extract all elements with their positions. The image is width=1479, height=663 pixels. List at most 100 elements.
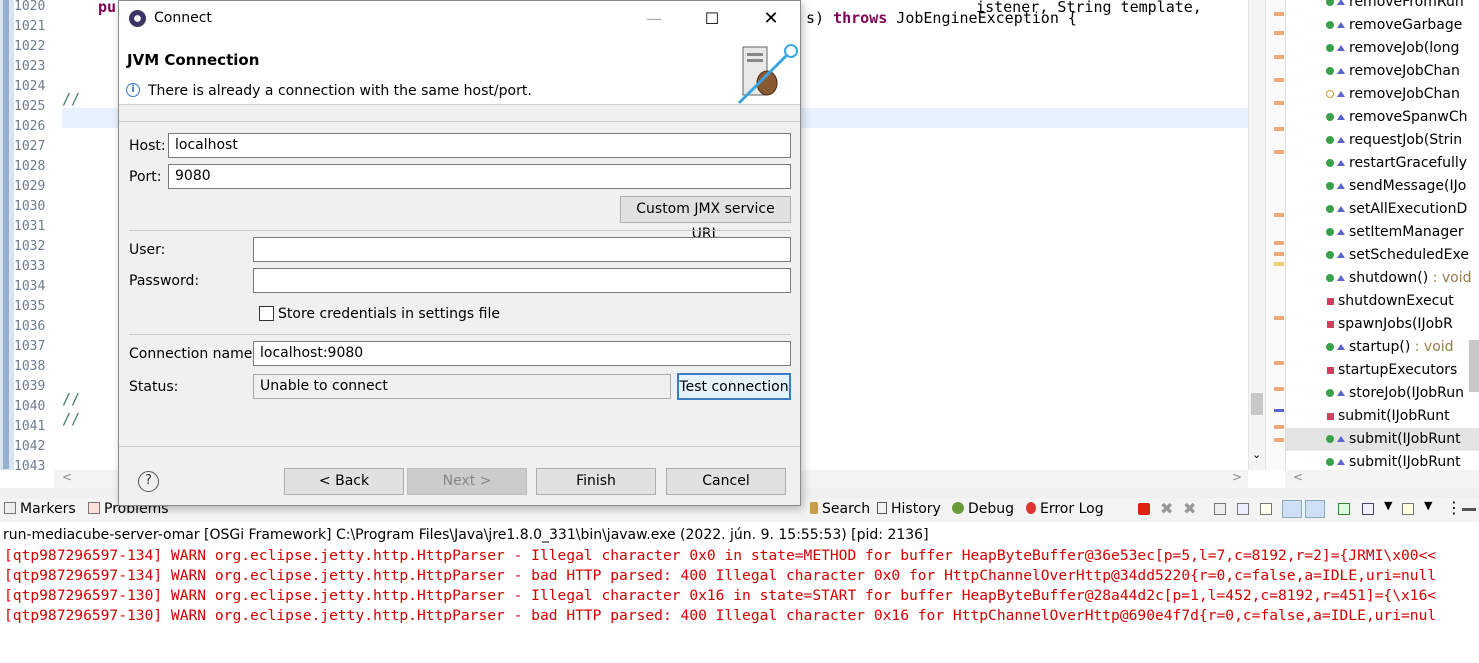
- display-console-icon[interactable]: [1362, 503, 1374, 515]
- editor-change-ruler: [0, 0, 14, 470]
- outline-item[interactable]: removeGarbage: [1286, 14, 1479, 37]
- code-comment-1040: //: [62, 390, 81, 408]
- outline-item[interactable]: restartGracefully: [1286, 152, 1479, 175]
- custom-jmx-url-button[interactable]: Custom JMX service URL: [620, 196, 791, 242]
- tab-search[interactable]: Search: [810, 501, 870, 517]
- connection-name-input[interactable]: localhost:9080: [253, 341, 791, 366]
- outline-item[interactable]: removeJob(long: [1286, 37, 1479, 60]
- debug-icon: [952, 502, 964, 514]
- outline-item[interactable]: submit(IJobRunt: [1286, 428, 1479, 451]
- public-method-icon: [1326, 205, 1334, 213]
- password-label: Password:: [129, 273, 200, 289]
- password-input[interactable]: [253, 268, 791, 293]
- view-menu-icon[interactable]: ⋮: [1446, 498, 1462, 517]
- outline-item[interactable]: requestJob(Strin: [1286, 129, 1479, 152]
- host-input[interactable]: localhost: [168, 133, 791, 158]
- dialog-title-bar[interactable]: Connect — ☐ ✕: [119, 1, 800, 37]
- outline-item-return-type: : void: [1428, 270, 1472, 286]
- outline-item[interactable]: setAllExecutionD: [1286, 198, 1479, 221]
- protected-method-icon: [1326, 90, 1334, 98]
- scroll-right-icon[interactable]: >: [1232, 470, 1242, 484]
- outline-item[interactable]: startupExecutors: [1286, 359, 1479, 382]
- tab-error-log[interactable]: Error Log: [1026, 501, 1104, 517]
- close-button[interactable]: ✕: [758, 7, 784, 31]
- override-icon: [1337, 68, 1345, 74]
- open-console-icon[interactable]: [1402, 503, 1414, 515]
- help-icon[interactable]: ?: [138, 471, 159, 492]
- line-number: 1030: [14, 199, 46, 214]
- show-on-stdout-icon[interactable]: [1282, 500, 1302, 518]
- outline-item[interactable]: spawnJobs(IJobR: [1286, 313, 1479, 336]
- pin-console-icon[interactable]: [1338, 503, 1350, 515]
- outline-item-return-type: : void: [1410, 339, 1454, 355]
- test-connection-button[interactable]: Test connection: [677, 373, 791, 400]
- user-input[interactable]: [253, 237, 791, 262]
- private-method-icon: [1327, 412, 1334, 420]
- scroll-left-icon[interactable]: <: [1293, 470, 1303, 484]
- history-icon: [877, 502, 887, 514]
- outline-item-label: storeJob(IJobRun: [1349, 385, 1465, 401]
- clear-console-icon[interactable]: [1214, 503, 1226, 515]
- outline-item[interactable]: removeJobChan: [1286, 83, 1479, 106]
- editor-vertical-scrollbar[interactable]: ⌄: [1248, 0, 1265, 470]
- minimize-view-icon[interactable]: [1462, 508, 1476, 511]
- line-number: 1031: [14, 219, 46, 234]
- outline-item[interactable]: storeJob(IJobRun: [1286, 382, 1479, 405]
- public-method-icon: [1326, 343, 1334, 351]
- outline-item[interactable]: startup() : void: [1286, 336, 1479, 359]
- finish-button[interactable]: Finish: [536, 468, 656, 495]
- private-method-icon: [1327, 366, 1334, 374]
- word-wrap-icon[interactable]: [1260, 503, 1272, 515]
- outline-item[interactable]: shutdownExecut: [1286, 290, 1479, 313]
- console-line: [qtp987296597-130] WARN org.eclipse.jett…: [4, 587, 1437, 604]
- public-method-icon: [1326, 159, 1334, 167]
- remove-all-icon[interactable]: ✖: [1183, 499, 1196, 518]
- show-on-stderr-icon[interactable]: [1305, 500, 1325, 518]
- outline-horizontal-scrollbar[interactable]: <: [1285, 470, 1479, 488]
- console-line: [qtp987296597-130] WARN org.eclipse.jett…: [4, 607, 1437, 624]
- public-method-icon: [1326, 251, 1334, 259]
- terminate-icon[interactable]: [1138, 503, 1150, 515]
- minimize-button[interactable]: —: [641, 7, 667, 31]
- store-credentials-label[interactable]: Store credentials in settings file: [278, 304, 500, 324]
- scroll-left-icon[interactable]: <: [62, 470, 72, 484]
- outline-item[interactable]: removeFromRun: [1286, 0, 1479, 14]
- line-number: 1028: [14, 159, 46, 174]
- cancel-button[interactable]: Cancel: [666, 468, 786, 495]
- tab-debug[interactable]: Debug: [952, 501, 1014, 517]
- outline-item[interactable]: submit(IJobRunt: [1286, 405, 1479, 428]
- line-number: 1037: [14, 339, 46, 354]
- console-line: [qtp987296597-134] WARN org.eclipse.jett…: [4, 567, 1437, 584]
- outline-item-label: sendMessage(IJo: [1349, 178, 1467, 194]
- code-comment-1041: //: [62, 410, 81, 428]
- outline-item[interactable]: submit(IJobRunt: [1286, 451, 1479, 470]
- outline-scroll-thumb[interactable]: [1469, 340, 1479, 392]
- outline-item[interactable]: shutdown() : void: [1286, 267, 1479, 290]
- store-credentials-checkbox[interactable]: [259, 306, 274, 321]
- scroll-lock-icon[interactable]: [1237, 503, 1249, 515]
- outline-item[interactable]: removeSpanwCh: [1286, 106, 1479, 129]
- outline-view[interactable]: removeFromRun removeGarbage removeJob(long…: [1285, 0, 1479, 470]
- outline-item-label: removeJobChan: [1349, 86, 1460, 102]
- line-number: 1032: [14, 239, 46, 254]
- outline-item[interactable]: setScheduledExe: [1286, 244, 1479, 267]
- back-button[interactable]: < Back: [284, 468, 404, 495]
- line-number: 1034: [14, 279, 46, 294]
- status-field: Unable to connect: [253, 374, 671, 399]
- outline-item[interactable]: removeJobChan: [1286, 60, 1479, 83]
- overview-ruler[interactable]: [1265, 0, 1285, 470]
- maximize-button[interactable]: ☐: [699, 7, 725, 31]
- override-icon: [1337, 91, 1345, 97]
- outline-item[interactable]: sendMessage(IJo: [1286, 175, 1479, 198]
- tab-history[interactable]: History: [877, 501, 941, 517]
- chevron-down-icon[interactable]: ▼: [1384, 499, 1392, 512]
- tab-markers[interactable]: Markers: [4, 501, 76, 517]
- port-input[interactable]: 9080: [168, 164, 791, 189]
- outline-item[interactable]: setItemManager: [1286, 221, 1479, 244]
- scroll-thumb[interactable]: [1251, 393, 1263, 415]
- line-number: 1020: [14, 0, 46, 14]
- chevron-down-icon[interactable]: ▼: [1424, 499, 1432, 512]
- remove-launch-icon[interactable]: ✖: [1160, 499, 1173, 518]
- dialog-heading: JVM Connection: [127, 51, 260, 69]
- scroll-down-icon[interactable]: ⌄: [1252, 448, 1261, 461]
